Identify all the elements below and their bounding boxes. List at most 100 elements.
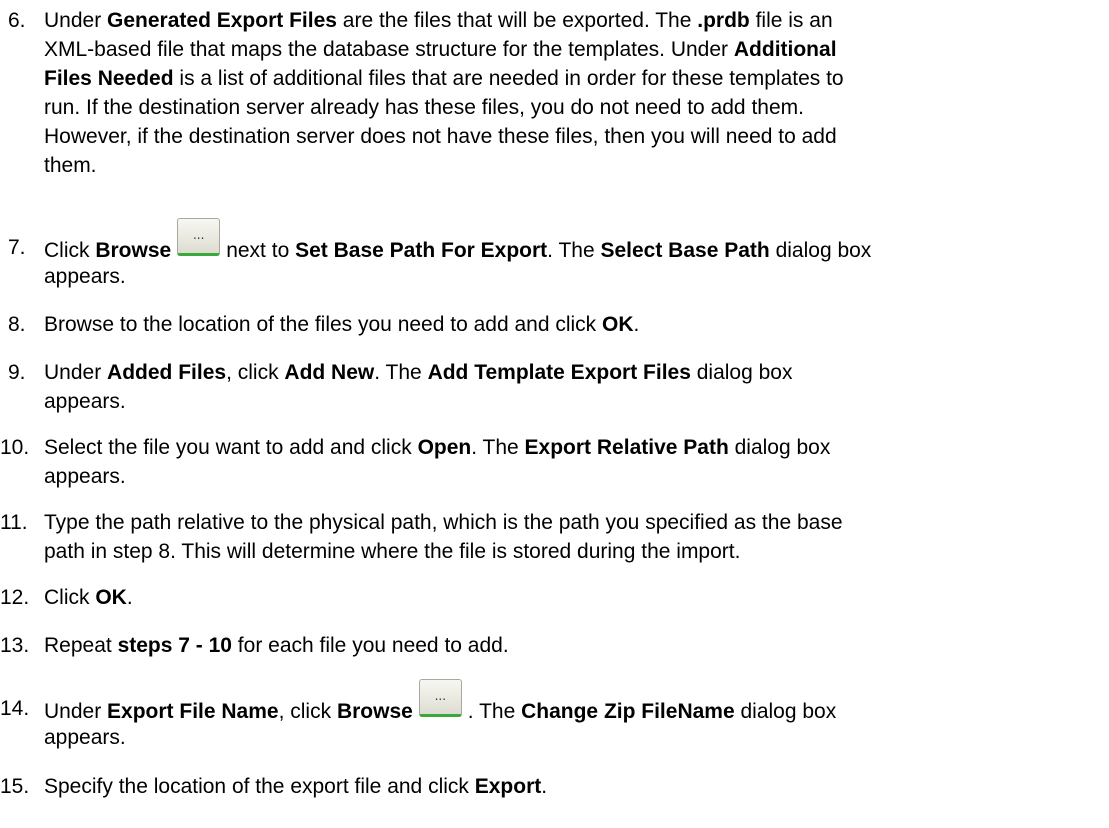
bold-term: .prdb bbox=[697, 9, 750, 32]
bold-term: Browse bbox=[336, 700, 413, 723]
bold-term: Export bbox=[474, 775, 542, 798]
text-run: Click bbox=[44, 586, 96, 609]
bold-term: Additional bbox=[733, 38, 837, 61]
text-line: Click OK. bbox=[44, 583, 1079, 612]
text-run: , click bbox=[226, 361, 285, 384]
bold-term: Export File Name bbox=[107, 700, 279, 723]
text-line: path in step 8. This will determine wher… bbox=[44, 537, 1079, 566]
text-run: . The bbox=[467, 700, 522, 723]
step-number: 9. bbox=[8, 361, 26, 384]
text-run: them. bbox=[44, 154, 97, 177]
text-run: dialog box bbox=[769, 239, 872, 262]
text-line: However, if the destination server does … bbox=[44, 122, 1079, 151]
text-run: appears. bbox=[44, 390, 126, 413]
text-run: Repeat bbox=[44, 634, 118, 657]
text-line: Click Browse... next to Set Base Path For… bbox=[44, 218, 1079, 262]
step-number: 13. bbox=[0, 634, 30, 657]
bold-term: Select Base Path bbox=[600, 239, 770, 262]
text-run: dialog box bbox=[690, 361, 793, 384]
text-run: appears. bbox=[44, 726, 126, 749]
text-run: Browse to the location of the files you … bbox=[44, 313, 603, 336]
bold-term: Generated Export Files bbox=[107, 9, 337, 32]
step-text: Specify the location of the export file … bbox=[44, 772, 1079, 801]
text-line: XML-based file that maps the database st… bbox=[44, 35, 1079, 64]
bold-term: Set Base Path For Export bbox=[295, 239, 548, 262]
step-text: Click OK. bbox=[44, 583, 1079, 612]
bold-term: Added Files bbox=[107, 361, 227, 384]
text-line: appears. bbox=[44, 262, 1079, 291]
bold-term: Add Template Export Files bbox=[427, 361, 691, 384]
text-run: for each file you need to add. bbox=[231, 634, 509, 657]
text-run: . bbox=[541, 775, 548, 798]
text-line: Files Needed is a list of additional fil… bbox=[44, 64, 1079, 93]
text-run: Select the file you want to add and clic… bbox=[44, 436, 418, 459]
text-line: appears. bbox=[44, 723, 1079, 752]
text-line: Select the file you want to add and clic… bbox=[44, 433, 1079, 462]
text-run: . The bbox=[547, 239, 601, 262]
text-run: Type the path relative to the physical p… bbox=[44, 511, 843, 534]
document-page: 6. Under Generated Export Files are the … bbox=[0, 0, 1109, 828]
bold-term: Export Relative Path bbox=[524, 436, 729, 459]
text-line: Under Export File Name, click Browse....… bbox=[44, 679, 1079, 723]
text-run: path in step 8. This will determine wher… bbox=[44, 540, 741, 563]
bold-term: OK bbox=[95, 586, 127, 609]
step-number: 7. bbox=[8, 236, 26, 259]
text-run: file is an bbox=[749, 9, 833, 32]
text-line: appears. bbox=[44, 387, 1079, 416]
step-text: Browse to the location of the files you … bbox=[44, 310, 1079, 339]
text-run: Under bbox=[44, 361, 108, 384]
text-run: is a list of additional files that are n… bbox=[173, 67, 844, 90]
text-run: XML-based file that maps the database st… bbox=[44, 38, 734, 61]
text-run: Specify the location of the export file … bbox=[44, 775, 475, 798]
text-line: Browse to the location of the files you … bbox=[44, 310, 1079, 339]
text-run: . bbox=[126, 586, 133, 609]
text-run: are the files that will be exported. The bbox=[336, 9, 698, 32]
bold-term: steps 7 - 10 bbox=[117, 634, 232, 657]
bold-term: Add New bbox=[284, 361, 375, 384]
bold-term: Browse bbox=[95, 239, 172, 262]
browse-button-icon[interactable]: ... bbox=[418, 679, 462, 717]
text-line: Repeat steps 7 - 10 for each file you ne… bbox=[44, 631, 1079, 660]
text-line: Specify the location of the export file … bbox=[44, 772, 1079, 801]
text-run: next to bbox=[226, 239, 296, 262]
text-run: dialog box bbox=[734, 700, 837, 723]
step-text: Repeat steps 7 - 10 for each file you ne… bbox=[44, 631, 1079, 660]
text-run: Under bbox=[44, 9, 108, 32]
step-text: Click Browse... next to Set Base Path For… bbox=[44, 218, 1079, 291]
text-run: However, if the destination server does … bbox=[44, 125, 837, 148]
step-number: 14. bbox=[0, 697, 30, 720]
text-run: . The bbox=[374, 361, 428, 384]
text-line: Type the path relative to the physical p… bbox=[44, 508, 1079, 537]
step-number: 8. bbox=[8, 313, 26, 336]
bold-term: OK bbox=[602, 313, 634, 336]
text-run: run. If the destination server already h… bbox=[44, 96, 804, 119]
ellipsis-icon: ... bbox=[192, 228, 205, 242]
text-run: . The bbox=[471, 436, 525, 459]
step-number: 15. bbox=[0, 775, 30, 798]
text-line: Under Added Files, click Add New. The Ad… bbox=[44, 358, 1079, 387]
step-number: 11. bbox=[0, 511, 28, 534]
step-text: Under Export File Name, click Browse....… bbox=[44, 679, 1079, 752]
text-line: Under Generated Export Files are the fil… bbox=[44, 6, 1079, 35]
step-number: 12. bbox=[0, 586, 30, 609]
step-text: Under Added Files, click Add New. The Ad… bbox=[44, 358, 1079, 416]
bold-term: Open bbox=[417, 436, 472, 459]
step-number: 6. bbox=[8, 9, 26, 32]
step-text: Type the path relative to the physical p… bbox=[44, 508, 1079, 566]
text-line: run. If the destination server already h… bbox=[44, 93, 1079, 122]
text-run: . bbox=[633, 313, 640, 336]
bold-term: Files Needed bbox=[44, 67, 174, 90]
text-run: , click bbox=[278, 700, 337, 723]
bold-term: Change Zip FileName bbox=[521, 700, 735, 723]
step-number: 10. bbox=[0, 436, 30, 459]
text-run: appears. bbox=[44, 465, 126, 488]
step-text: Select the file you want to add and clic… bbox=[44, 433, 1079, 491]
text-line: appears. bbox=[44, 462, 1079, 491]
text-run: Click bbox=[44, 239, 96, 262]
text-line: them. bbox=[44, 151, 1079, 180]
step-text: Under Generated Export Files are the fil… bbox=[44, 6, 1079, 180]
ellipsis-icon: ... bbox=[434, 689, 447, 703]
browse-button-icon[interactable]: ... bbox=[177, 218, 221, 256]
text-run: Under bbox=[44, 700, 108, 723]
text-run: dialog box bbox=[728, 436, 831, 459]
